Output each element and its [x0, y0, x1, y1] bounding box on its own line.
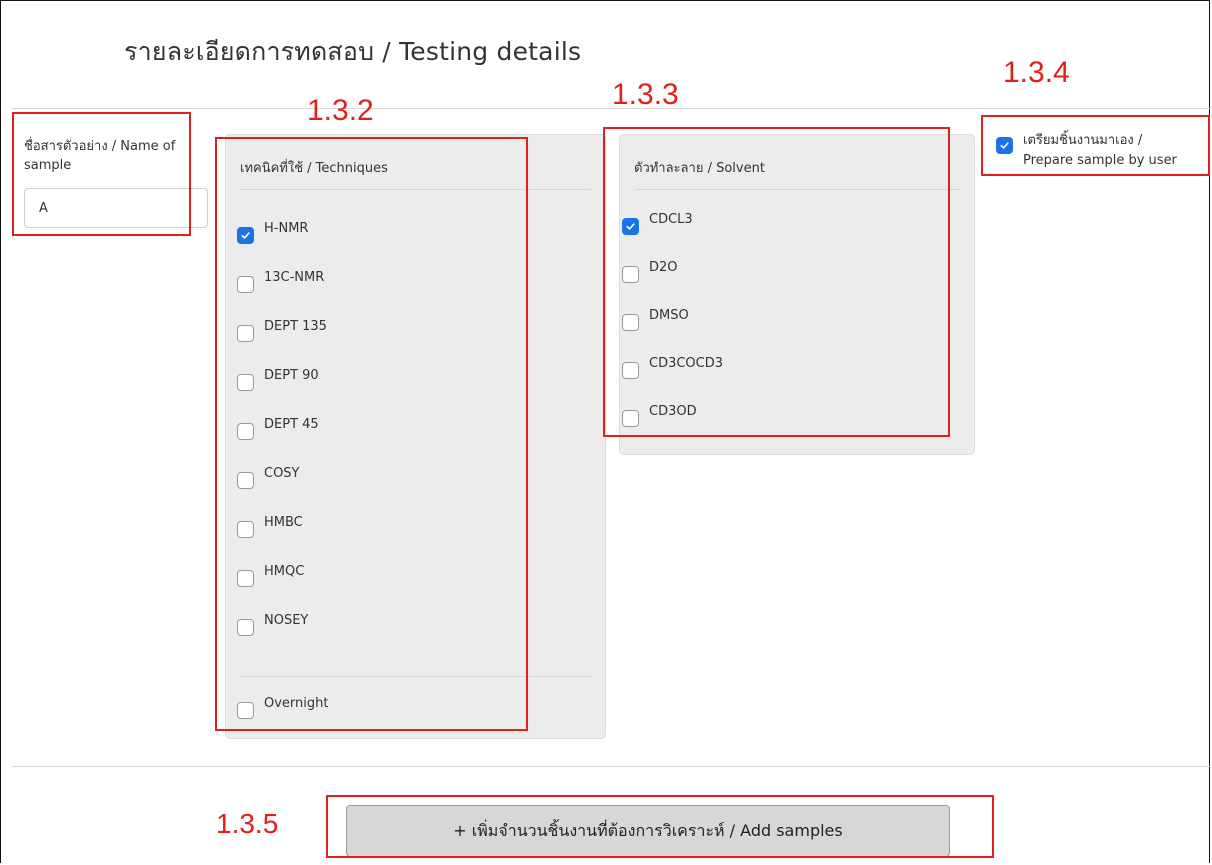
annotation-1-3-3: 1.3.3 — [612, 78, 679, 111]
annotation-1-3-5: 1.3.5 — [216, 808, 279, 839]
annotation-box-add-samples — [326, 795, 994, 858]
annotation-box-techniques — [215, 137, 528, 731]
annotation-box-solvent — [603, 127, 950, 437]
annotation-1-3-4: 1.3.4 — [1003, 56, 1070, 89]
annotation-box-prepare-by-user — [981, 115, 1210, 176]
annotation-box-sample-name — [12, 112, 191, 236]
annotation-1-3-2: 1.3.2 — [307, 94, 374, 127]
footer-divider — [12, 766, 1212, 767]
section-title: รายละเอียดการทดสอบ / Testing details — [124, 37, 582, 66]
